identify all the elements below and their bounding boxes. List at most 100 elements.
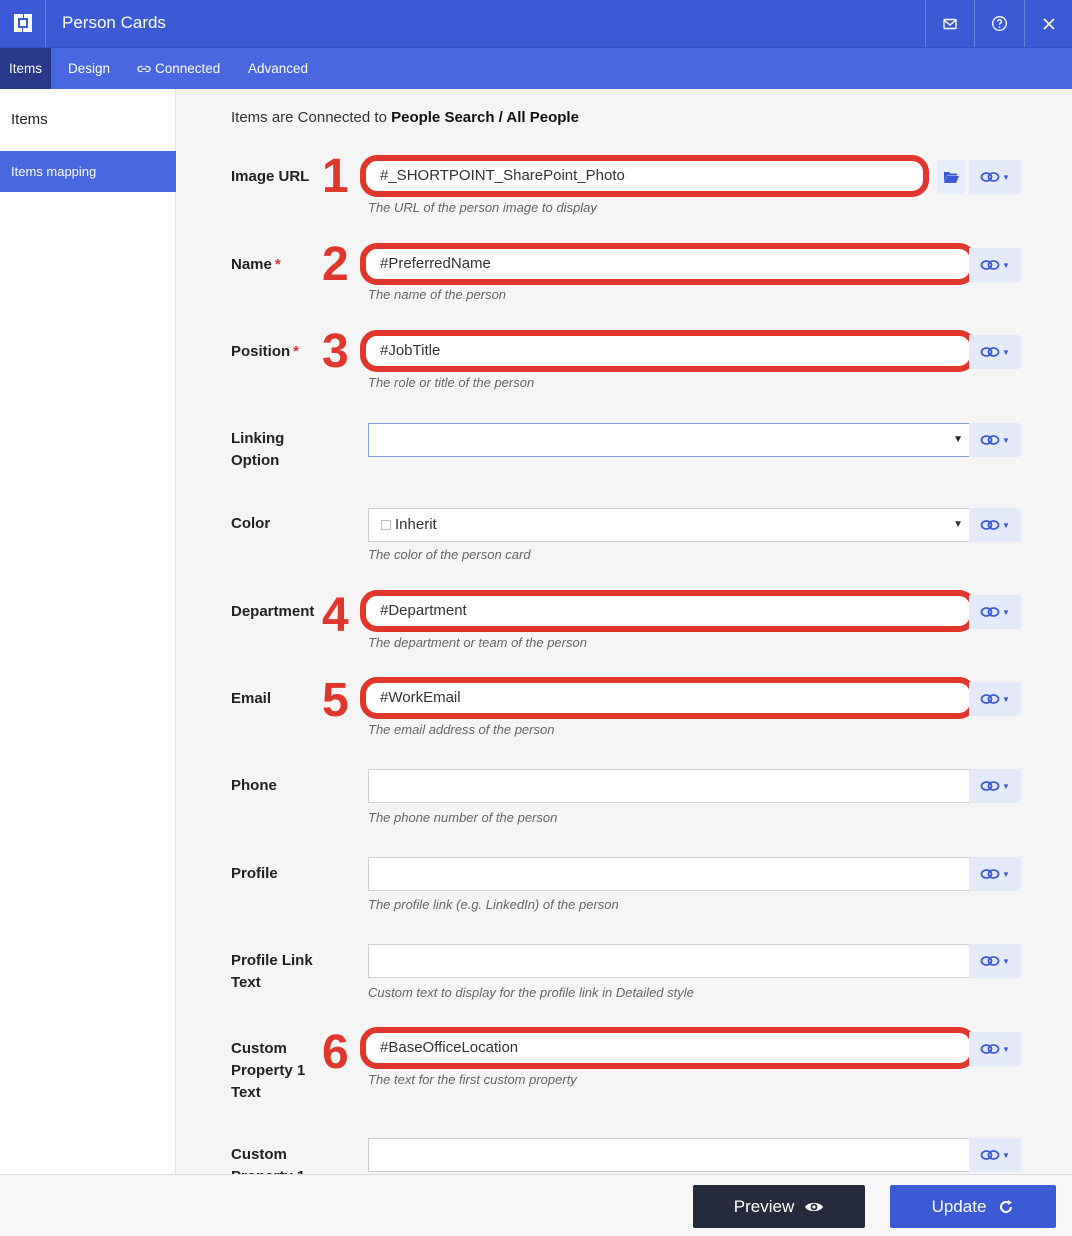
color-swatch — [381, 520, 391, 530]
browse-button[interactable] — [937, 160, 965, 194]
color-hint: The color of the person card — [368, 547, 531, 562]
app-logo — [0, 0, 46, 47]
preview-button[interactable]: Preview — [693, 1185, 865, 1228]
help-icon — [991, 16, 1007, 31]
tab-items[interactable]: Items — [0, 48, 52, 89]
department-label: Department — [231, 603, 315, 620]
chevron-down-icon: ▼ — [1002, 260, 1010, 270]
caret-down-icon: ▼ — [953, 434, 963, 445]
sidebar: Items Items mapping — [0, 89, 176, 1174]
main-panel: Items are Connected to People Search / A… — [176, 89, 1072, 1174]
annotation-badge-4: 4 — [322, 589, 349, 642]
custom-property-1-text-input[interactable]: #BaseOfficeLocation — [360, 1027, 976, 1069]
profile-dynamic-link-button[interactable]: ▼ — [969, 857, 1021, 891]
annotation-badge-2: 2 — [322, 238, 349, 291]
link-chain-icon — [980, 607, 1000, 617]
tab-advanced[interactable]: Advanced — [248, 48, 308, 89]
image-url-input[interactable]: #_SHORTPOINT_SharePoint_Photo — [360, 155, 929, 197]
link-chain-icon — [980, 869, 1000, 879]
name-label: Name * — [231, 256, 281, 273]
linking-option-dynamic-link-button[interactable]: ▼ — [969, 423, 1021, 457]
chevron-down-icon: ▼ — [1002, 694, 1010, 704]
annotation-badge-3: 3 — [322, 325, 349, 378]
annotation-badge-1: 1 — [322, 150, 349, 203]
chevron-down-icon: ▼ — [1002, 347, 1010, 357]
link-chain-icon — [980, 347, 1000, 357]
annotation-badge-5: 5 — [322, 674, 349, 727]
chevron-down-icon: ▼ — [1002, 172, 1010, 182]
eye-icon — [805, 1202, 824, 1211]
name-dynamic-link-button[interactable]: ▼ — [969, 248, 1021, 282]
color-select[interactable]: Inherit ▼ — [368, 508, 970, 542]
update-button[interactable]: Update — [890, 1185, 1056, 1228]
custom-property-1-label: Custom Property 1 — [231, 1146, 305, 1174]
tab-design[interactable]: Design — [68, 48, 110, 89]
link-icon — [137, 50, 151, 91]
tab-connected-label: Connected — [155, 61, 221, 76]
folder-open-icon — [943, 172, 959, 183]
close-button[interactable] — [1024, 0, 1072, 47]
connected-source-text: Items are Connected to People Search / A… — [231, 109, 579, 126]
position-label: Position * — [231, 343, 300, 360]
image-url-hint: The URL of the person image to display — [368, 200, 597, 215]
phone-hint: The phone number of the person — [368, 810, 558, 825]
tab-bar: Items Design Connected Advanced — [0, 47, 1072, 89]
profile-link-text-hint: Custom text to display for the profile l… — [368, 985, 694, 1000]
chevron-down-icon: ▼ — [1002, 520, 1010, 530]
chevron-down-icon: ▼ — [1002, 1044, 1010, 1054]
profile-hint: The profile link (e.g. LinkedIn) of the … — [368, 897, 619, 912]
profile-label: Profile — [231, 865, 278, 882]
profile-link-text-dynamic-link-button[interactable]: ▼ — [969, 944, 1021, 978]
help-button[interactable] — [974, 0, 1023, 47]
mail-button[interactable] — [925, 0, 974, 47]
annotation-badge-6: 6 — [322, 1026, 349, 1079]
color-dynamic-link-button[interactable]: ▼ — [969, 508, 1021, 542]
required-marker: * — [274, 256, 281, 273]
phone-dynamic-link-button[interactable]: ▼ — [969, 769, 1021, 803]
position-input[interactable]: #JobTitle — [360, 330, 976, 372]
mail-icon — [943, 18, 957, 29]
link-chain-icon — [980, 1044, 1000, 1054]
shortpoint-logo-icon — [14, 14, 32, 32]
custom-property-1-dynamic-link-button[interactable]: ▼ — [969, 1138, 1021, 1172]
connected-source-name: People Search / All People — [391, 109, 579, 126]
name-input[interactable]: #PreferredName — [360, 243, 976, 285]
custom-property-1-text-hint: The text for the first custom property — [368, 1072, 577, 1087]
tab-connected[interactable]: Connected — [137, 48, 220, 89]
linking-option-select[interactable]: ▼ — [368, 423, 970, 457]
department-dynamic-link-button[interactable]: ▼ — [969, 595, 1021, 629]
position-dynamic-link-button[interactable]: ▼ — [969, 335, 1021, 369]
link-chain-icon — [980, 694, 1000, 704]
email-hint: The email address of the person — [368, 722, 555, 737]
position-hint: The role or title of the person — [368, 375, 535, 390]
link-chain-icon — [980, 781, 1000, 791]
linking-option-label: Linking Option — [231, 430, 285, 469]
sidebar-item-items[interactable]: Items — [0, 105, 176, 135]
phone-input[interactable] — [368, 769, 970, 803]
email-label: Email — [231, 690, 272, 707]
title-bar: Person Cards — [0, 0, 1072, 47]
link-chain-icon — [980, 520, 1000, 530]
email-dynamic-link-button[interactable]: ▼ — [969, 682, 1021, 716]
sidebar-item-items-mapping[interactable]: Items mapping — [0, 151, 176, 192]
chevron-down-icon: ▼ — [1002, 956, 1010, 966]
department-input[interactable]: #Department — [360, 590, 976, 632]
profile-link-text-input[interactable] — [368, 944, 970, 978]
profile-input[interactable] — [368, 857, 970, 891]
color-label: Color — [231, 515, 271, 532]
app-title: Person Cards — [62, 13, 166, 32]
email-input[interactable]: #WorkEmail — [360, 677, 976, 719]
custom-property-1-input[interactable] — [368, 1138, 970, 1172]
chevron-down-icon: ▼ — [1002, 1150, 1010, 1160]
link-chain-icon — [980, 260, 1000, 270]
footer-bar: Preview Update — [0, 1174, 1072, 1236]
chevron-down-icon: ▼ — [1002, 607, 1010, 617]
phone-label: Phone — [231, 777, 277, 794]
link-chain-icon — [980, 1150, 1000, 1160]
image-url-label: Image URL — [231, 168, 310, 185]
chevron-down-icon: ▼ — [1002, 781, 1010, 791]
refresh-icon — [1000, 1199, 1013, 1213]
image-url-dynamic-link-button[interactable]: ▼ — [969, 160, 1021, 194]
close-icon — [1043, 17, 1055, 30]
custom-property-1-text-dynamic-link-button[interactable]: ▼ — [969, 1032, 1021, 1066]
